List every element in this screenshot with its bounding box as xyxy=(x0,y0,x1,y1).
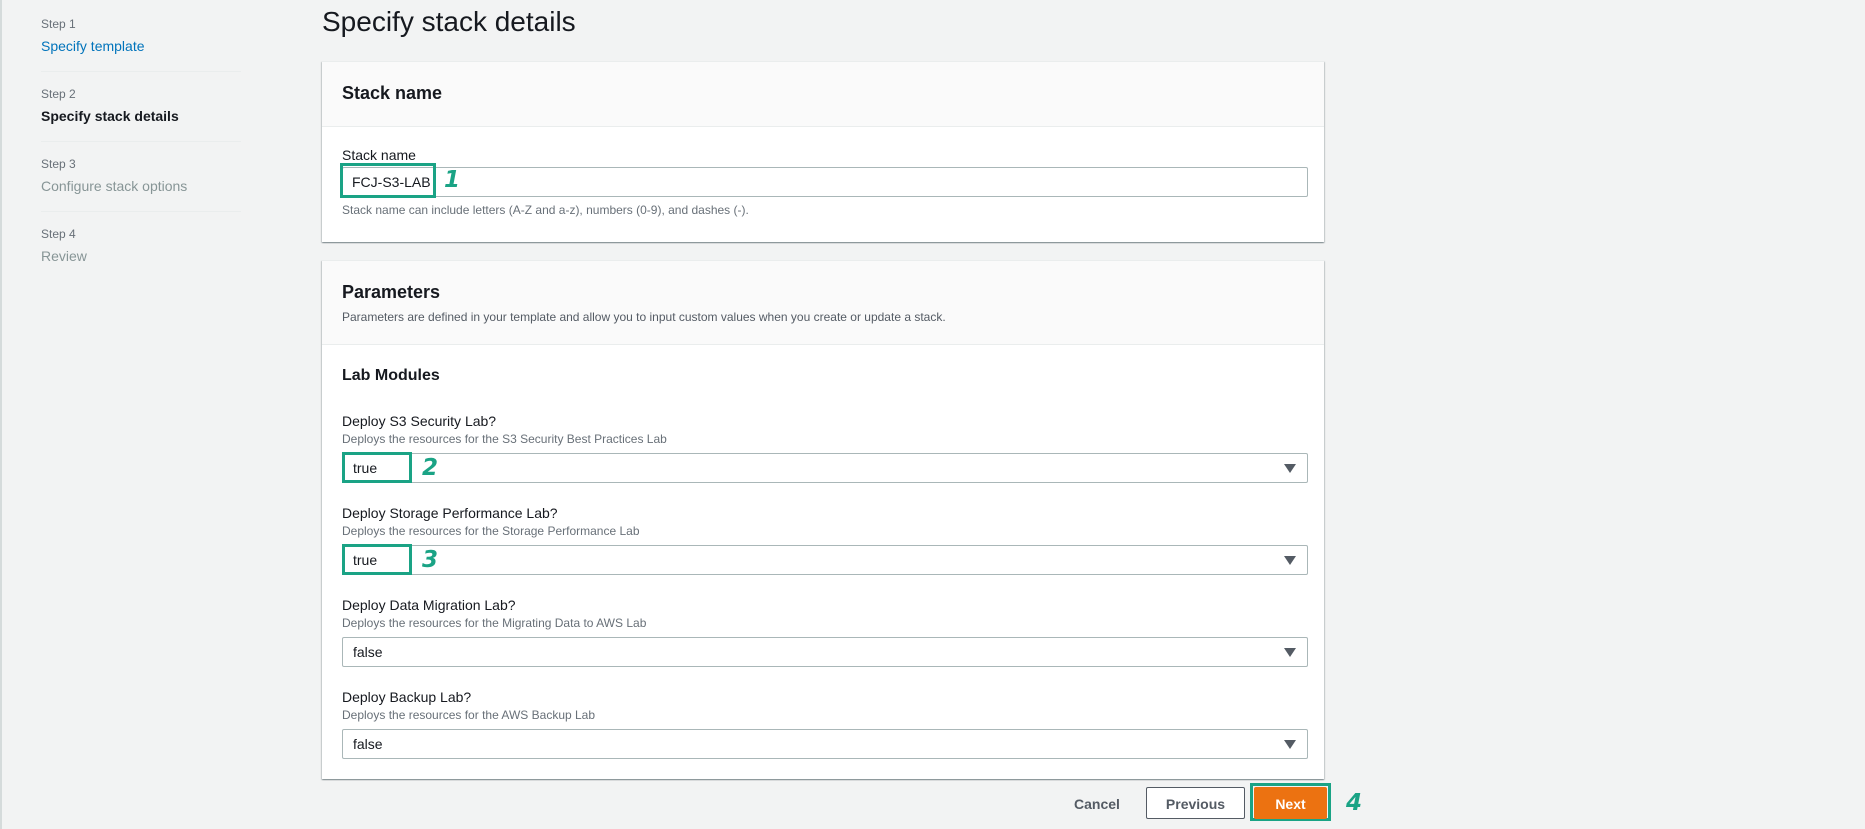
cancel-button[interactable]: Cancel xyxy=(1062,788,1132,820)
wizard-step-4: Step 4 Review xyxy=(41,226,241,281)
stack-name-input[interactable] xyxy=(342,167,1308,197)
step-link-specify-template[interactable]: Specify template xyxy=(41,35,241,57)
select-value: true xyxy=(353,460,378,476)
panel-description: Parameters are defined in your template … xyxy=(342,310,946,324)
lab-modules-heading: Lab Modules xyxy=(342,367,440,384)
select-value: false xyxy=(353,644,383,660)
step-number: Step 1 xyxy=(41,17,76,31)
stack-name-label: Stack name xyxy=(342,147,416,163)
previous-button[interactable]: Previous xyxy=(1146,787,1245,819)
panel-header: Stack name xyxy=(322,62,1324,127)
select-value: false xyxy=(353,736,383,752)
step-number: Step 2 xyxy=(41,87,76,101)
param-description: Deploys the resources for the S3 Securit… xyxy=(342,432,667,446)
step-current-specify-stack-details: Specify stack details xyxy=(41,108,179,124)
step-number: Step 4 xyxy=(41,227,76,241)
param-select-storage-performance[interactable]: true xyxy=(342,545,1308,575)
panel-header: Parameters Parameters are defined in you… xyxy=(322,261,1324,345)
caret-down-icon xyxy=(1284,556,1296,565)
caret-down-icon xyxy=(1284,648,1296,657)
annotation-number-3: 3 xyxy=(422,547,439,573)
param-label: Deploy S3 Security Lab? xyxy=(342,413,497,429)
wizard-steps-nav: Step 1 Specify template Step 2 Specify s… xyxy=(41,16,241,295)
annotation-number-2: 2 xyxy=(422,455,439,481)
param-label: Deploy Storage Performance Lab? xyxy=(342,505,558,521)
cloudformation-create-stack-page: Step 1 Specify template Step 2 Specify s… xyxy=(0,0,1865,829)
panel-title: Parameters xyxy=(342,282,441,302)
stack-name-panel: Stack name Stack name 1 Stack name can i… xyxy=(322,61,1324,242)
caret-down-icon xyxy=(1284,464,1296,473)
param-select-data-migration[interactable]: false xyxy=(342,637,1308,667)
next-button[interactable]: Next xyxy=(1254,787,1327,819)
wizard-step-1: Step 1 Specify template xyxy=(41,16,241,72)
param-deploy-s3-security-lab: Deploy S3 Security Lab? Deploys the reso… xyxy=(342,411,1308,483)
panel-title: Stack name xyxy=(342,83,443,103)
parameters-panel: Parameters Parameters are defined in you… xyxy=(322,260,1324,779)
wizard-step-3: Step 3 Configure stack options xyxy=(41,156,241,212)
stack-name-hint: Stack name can include letters (A-Z and … xyxy=(342,203,749,217)
param-deploy-backup-lab: Deploy Backup Lab? Deploys the resources… xyxy=(342,687,1308,759)
select-value: true xyxy=(353,552,378,568)
caret-down-icon xyxy=(1284,740,1296,749)
param-description: Deploys the resources for the AWS Backup… xyxy=(342,708,596,722)
param-deploy-storage-performance-lab: Deploy Storage Performance Lab? Deploys … xyxy=(342,503,1308,575)
step-number: Step 3 xyxy=(41,157,76,171)
param-deploy-data-migration-lab: Deploy Data Migration Lab? Deploys the r… xyxy=(342,595,1308,667)
step-review: Review xyxy=(41,248,87,264)
param-description: Deploys the resources for the Migrating … xyxy=(342,616,647,630)
param-select-s3-security[interactable]: true xyxy=(342,453,1308,483)
stack-name-field: Stack name 1 Stack name can include lett… xyxy=(322,127,1324,218)
param-label: Deploy Backup Lab? xyxy=(342,689,472,705)
step-configure-stack-options: Configure stack options xyxy=(41,178,188,194)
param-select-backup[interactable]: false xyxy=(342,729,1308,759)
param-label: Deploy Data Migration Lab? xyxy=(342,597,516,613)
param-description: Deploys the resources for the Storage Pe… xyxy=(342,524,640,538)
annotation-number-1: 1 xyxy=(444,167,461,193)
wizard-step-2: Step 2 Specify stack details xyxy=(41,86,241,142)
annotation-number-4: 4 xyxy=(1346,790,1363,816)
page-title: Specify stack details xyxy=(322,6,576,37)
